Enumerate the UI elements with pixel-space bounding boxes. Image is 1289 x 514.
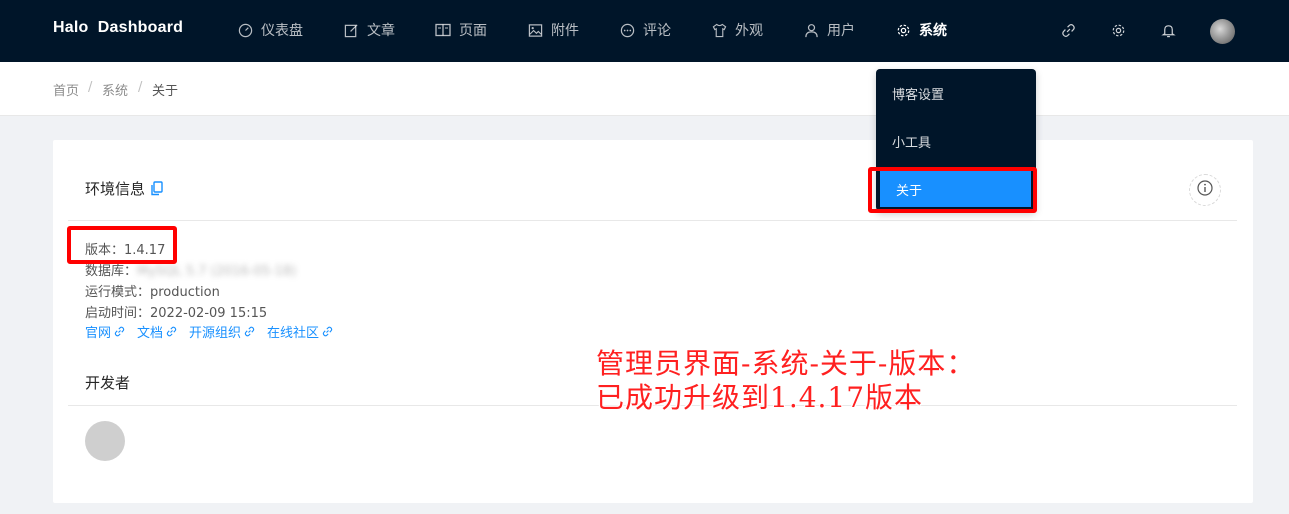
breadcrumb-home[interactable]: 首页 (53, 80, 79, 99)
nav-item-dashboard[interactable]: 仪表盘 (237, 19, 303, 41)
brand-logo[interactable]: Halo Dashboard (53, 19, 183, 37)
nav-label: 系统 (919, 23, 947, 39)
dashboard-icon (237, 22, 253, 38)
developer-avatar[interactable] (85, 421, 125, 461)
link-icon[interactable] (1059, 21, 1077, 39)
database-value: MySQL 5.7 (2016-05-18) (137, 264, 297, 279)
nav-label: 用户 (827, 23, 855, 39)
edit-icon (343, 22, 359, 38)
link-community[interactable]: 在线社区 (267, 322, 333, 341)
breadcrumb-current: 关于 (152, 84, 179, 99)
read-icon (435, 22, 451, 38)
nav-label: 外观 (735, 23, 763, 39)
nav-label: 仪表盘 (261, 23, 303, 39)
picture-icon (527, 22, 543, 38)
nav-item-comments[interactable]: 评论 (619, 19, 671, 41)
nav-label: 页面 (459, 23, 487, 39)
nav-item-appearance[interactable]: 外观 (711, 19, 763, 41)
start-time-text: 启动时间：2022-02-09 15:15 (85, 306, 268, 321)
menu-item-blog-settings[interactable]: 博客设置 (876, 75, 1036, 111)
copy-icon[interactable] (151, 181, 163, 196)
about-highlight-box (868, 167, 1037, 213)
user-avatar[interactable] (1210, 19, 1235, 44)
nav-label: 评论 (643, 23, 671, 39)
annotation-line-2: 已成功升级到1.4.17版本 (596, 381, 924, 414)
info-button[interactable] (1189, 174, 1221, 206)
breadcrumb: 首页 / 系统 / 关于 (0, 62, 1289, 116)
nav-label: 文章 (367, 23, 395, 39)
nav-item-pages[interactable]: 页面 (435, 19, 487, 41)
nav-item-attachments[interactable]: 附件 (527, 19, 579, 41)
bell-icon[interactable] (1159, 21, 1177, 39)
skin-icon (711, 22, 727, 38)
link-open-source-org[interactable]: 开源组织 (189, 322, 255, 341)
info-icon (1197, 180, 1213, 200)
nav-item-users[interactable]: 用户 (803, 19, 855, 41)
developers-title: 开发者 (85, 374, 131, 392)
menu-item-widgets[interactable]: 小工具 (876, 123, 1036, 159)
nav-item-system[interactable]: 系统 (895, 19, 947, 41)
top-nav: Halo Dashboard 仪表盘 文章 页面 附件 评论 外观 用户 系统 (0, 0, 1289, 62)
nav-label: 附件 (551, 23, 579, 39)
link-docs[interactable]: 文档 (137, 322, 177, 341)
nav-item-posts[interactable]: 文章 (343, 19, 395, 41)
message-icon (619, 22, 635, 38)
user-icon (803, 22, 819, 38)
setting-icon (895, 22, 911, 38)
environment-title: 环境信息 (85, 178, 163, 199)
divider (68, 220, 1237, 221)
environment-title-text: 环境信息 (85, 180, 146, 198)
breadcrumb-system[interactable]: 系统 (102, 80, 128, 99)
environment-card: 环境信息 版本：1.4.17 数据库：MySQL 5.7 (2016-05-18… (53, 140, 1253, 503)
gear-icon[interactable] (1109, 21, 1127, 39)
database-label: 数据库： (85, 264, 138, 279)
breadcrumb-separator: / (138, 80, 143, 95)
link-official-site[interactable]: 官网 (85, 322, 125, 341)
breadcrumb-separator: / (88, 80, 93, 95)
mode-text: 运行模式：production (85, 285, 220, 300)
version-highlight-box (67, 226, 177, 264)
env-links: 官网 文档 开源组织 在线社区 (85, 322, 345, 341)
